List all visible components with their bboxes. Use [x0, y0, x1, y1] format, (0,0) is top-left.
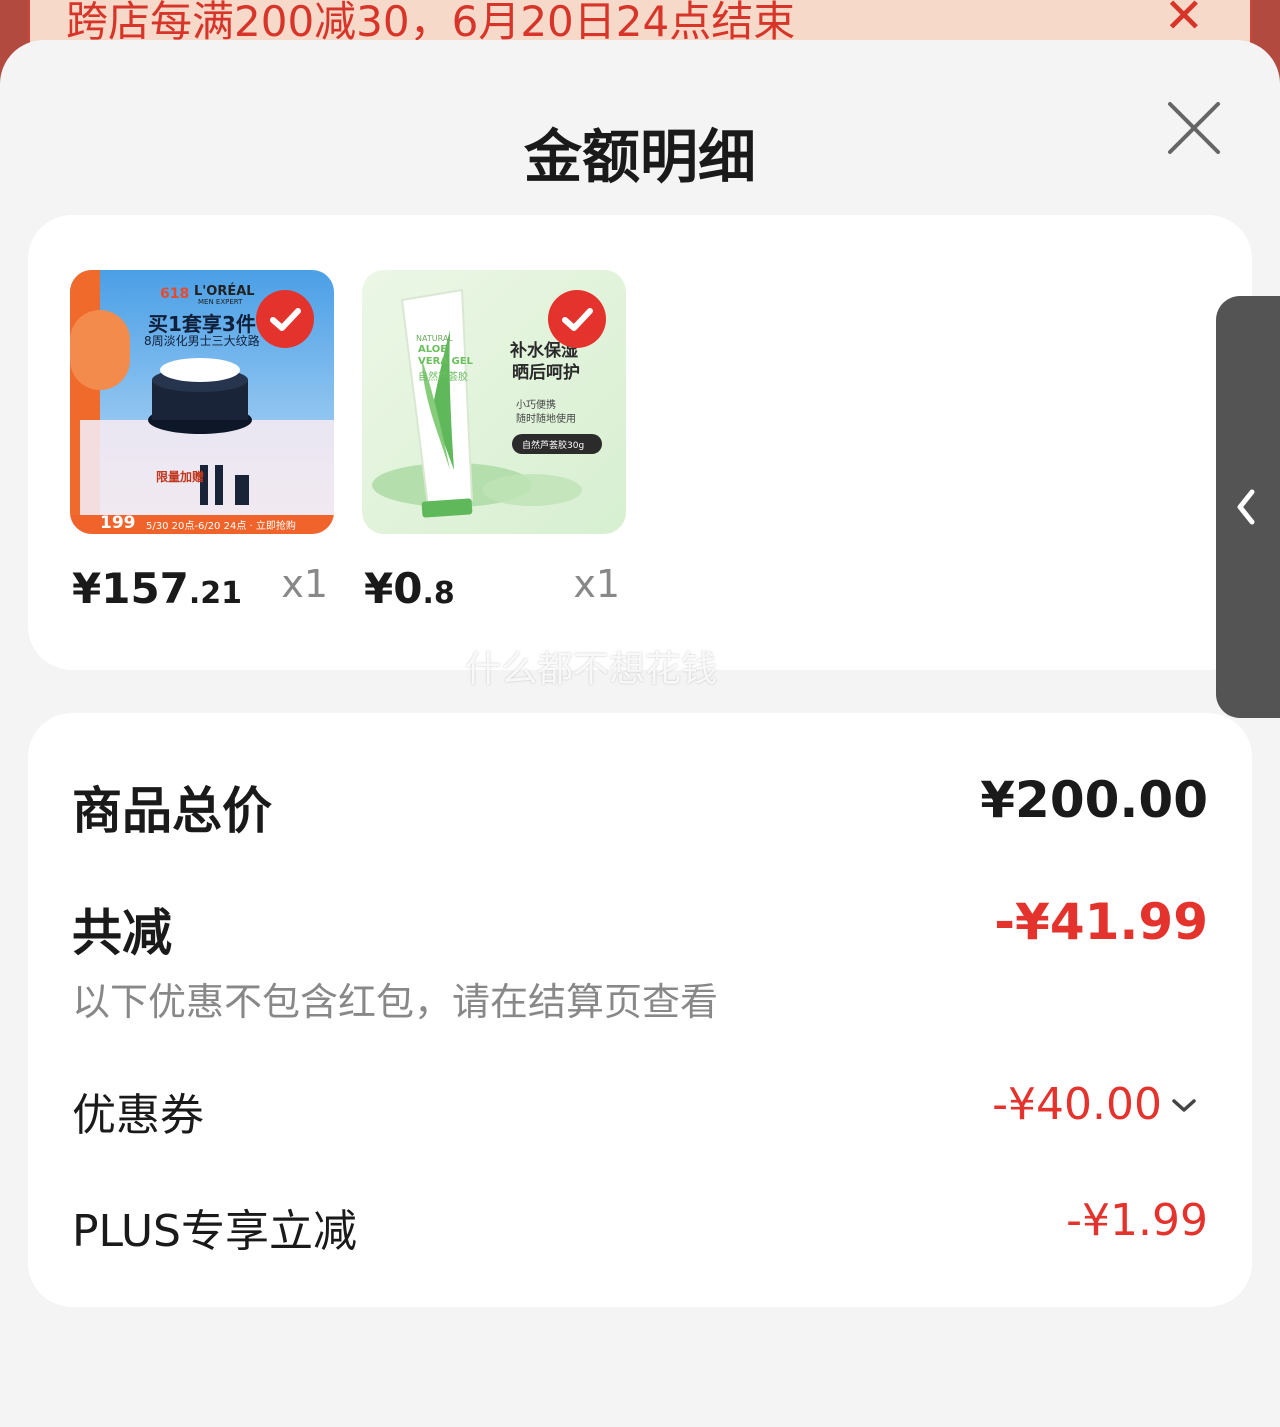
thumb-promo-price: 199	[100, 513, 136, 533]
tube-text: NATURAL	[416, 334, 453, 343]
coupon-value: -¥40.00	[992, 1079, 1162, 1130]
price-integer: 157	[101, 564, 189, 613]
discount-note: 以下优惠不包含红包，请在结算页查看	[72, 980, 719, 1024]
product-item[interactable]: 618 L'ORÉAL MEN EXPERT 买1套享3件 8周淡化男士三大纹路…	[70, 270, 334, 613]
total-price-value: ¥200.00	[980, 771, 1208, 829]
total-discount-row: 共减 -¥41.99	[72, 893, 1208, 962]
check-icon	[562, 308, 593, 331]
side-floating-tab[interactable]	[1216, 296, 1280, 718]
product-quantity: x1	[573, 562, 620, 606]
close-icon[interactable]: ✕	[1164, 0, 1204, 40]
thumb-small-text: 小巧便携	[516, 400, 556, 411]
product-item[interactable]: NATURAL ALOE VERA GEL 自然芦荟胶 补水保湿 晒后呵护 小巧…	[362, 270, 626, 613]
product-thumbnail[interactable]: 618 L'ORÉAL MEN EXPERT 买1套享3件 8周淡化男士三大纹路…	[70, 270, 334, 534]
price-currency: ¥	[364, 564, 394, 613]
total-discount-value: -¥41.99	[994, 893, 1208, 951]
price-decimal: .21	[188, 576, 243, 611]
thumb-pill: 自然芦荟胶30g	[522, 441, 585, 451]
thumb-brand-sub: MEN EXPERT	[198, 298, 243, 306]
discount-note-row: 以下优惠不包含红包，请在结算页查看	[72, 971, 1208, 1024]
tube-text: 自然芦荟胶	[418, 372, 468, 383]
watermark-text: 什么都不想花钱	[465, 649, 718, 690]
selected-check-badge[interactable]	[548, 290, 606, 348]
close-icon	[1168, 102, 1220, 154]
selected-check-badge[interactable]	[256, 290, 314, 348]
price-integer: 0	[393, 564, 423, 613]
thumb-small-text: 随时随地使用	[516, 414, 576, 425]
total-price-label: 商品总价	[72, 782, 272, 840]
close-button[interactable]	[1166, 100, 1222, 156]
thumb-subline: 8周淡化男士三大纹路	[144, 334, 260, 348]
coupon-row[interactable]: 优惠券 -¥40.00	[72, 1079, 1208, 1141]
total-discount-label: 共减	[72, 904, 172, 962]
amount-detail-sheet: 金额明细 618 L'ORÉAL MEN EXPERT 买1套享3件 8周淡化男…	[0, 40, 1280, 1427]
coupon-label: 优惠券	[72, 1090, 204, 1141]
product-price: ¥0.8	[364, 564, 455, 613]
products-card: 618 L'ORÉAL MEN EXPERT 买1套享3件 8周淡化男士三大纹路…	[28, 215, 1252, 670]
chevron-left-icon	[1237, 489, 1255, 525]
price-summary-card: 商品总价 ¥200.00 共减 -¥41.99 以下优惠不包含红包，请在结算页查…	[28, 713, 1252, 1307]
thumb-brand: L'ORÉAL	[194, 284, 255, 299]
thumb-tag: 618	[160, 286, 190, 302]
thumb-promo-time: 5/30 20点-6/20 24点 · 立即抢购	[146, 521, 296, 532]
product-thumbnail[interactable]: NATURAL ALOE VERA GEL 自然芦荟胶 补水保湿 晒后呵护 小巧…	[362, 270, 626, 534]
thumb-quote: 晒后呵护	[512, 363, 580, 383]
chevron-down-icon[interactable]	[1170, 1097, 1198, 1115]
price-currency: ¥	[72, 564, 102, 613]
product-quantity: x1	[281, 562, 328, 606]
check-icon	[270, 308, 301, 331]
sheet-title: 金额明细	[523, 123, 756, 191]
plus-discount-value: -¥1.99	[1066, 1195, 1208, 1246]
tube-text: ALOE	[418, 344, 448, 355]
total-price-row: 商品总价 ¥200.00	[72, 771, 1208, 840]
thumb-gift: 限量加赠	[156, 470, 205, 484]
price-decimal: .8	[422, 576, 455, 611]
tube-text: VERA GEL	[418, 356, 473, 367]
plus-discount-label: PLUS专享立减	[72, 1206, 357, 1257]
plus-discount-row: PLUS专享立减 -¥1.99	[72, 1195, 1208, 1257]
product-price: ¥157.21	[72, 564, 242, 613]
